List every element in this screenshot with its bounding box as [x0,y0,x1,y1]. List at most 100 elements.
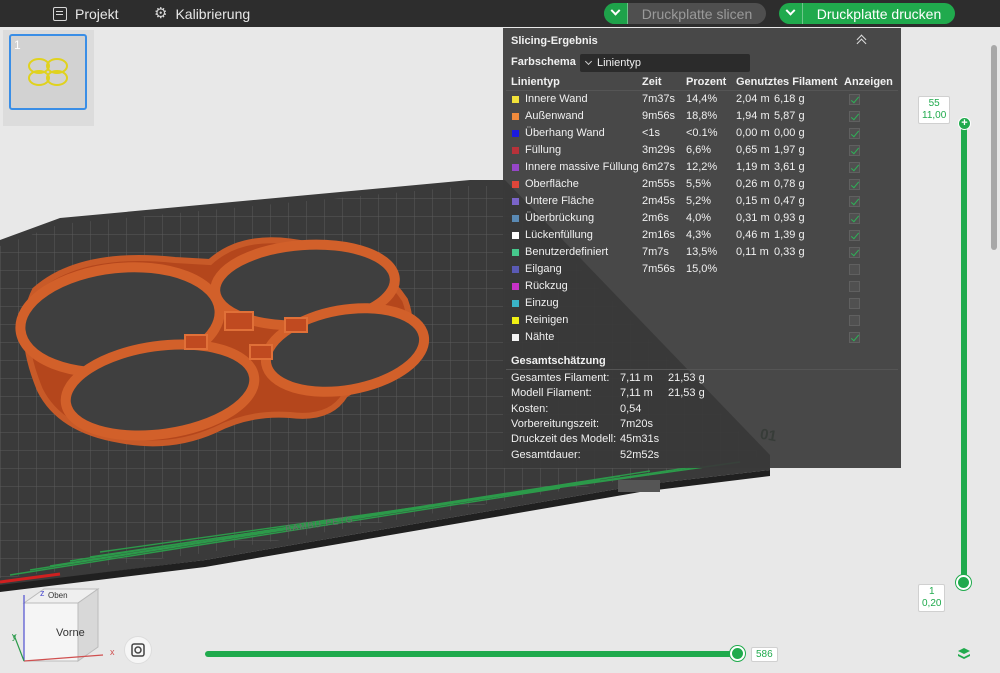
table-row: Füllung 3m29s 6,6% 0,65 m 1,97 g [503,142,901,159]
line-type-percent: 6,6% [686,144,712,156]
move-slider-track[interactable] [205,651,741,657]
line-type-length: 0,11 m [736,246,769,258]
show-checkbox[interactable] [849,128,860,139]
line-type-weight: 0,93 g [774,212,805,224]
layer-top-label: 55 11,00 [918,96,951,124]
show-checkbox[interactable] [849,315,860,326]
color-swatch [512,130,519,137]
show-checkbox[interactable] [849,196,860,207]
summary-row: Modell Filament: 7,11 m 21,53 g [503,387,901,402]
tab-project[interactable]: Projekt [53,0,119,27]
line-type-time: 6m27s [642,161,676,173]
table-row: Einzug [503,295,901,312]
slicing-result-panel: Slicing-Ergebnis Farbschema Linientyp Li… [503,28,901,468]
show-checkbox[interactable] [849,94,860,105]
table-row: Oberfläche 2m55s 5,5% 0,26 m 0,78 g [503,176,901,193]
line-type-length: 1,94 m [736,110,770,122]
summary-key: Gesamtdauer: [511,448,581,461]
plate-thumbnail[interactable]: 1 [9,34,87,110]
slice-plate-button[interactable]: Druckplatte slicen [604,3,766,24]
line-type-time: 9m56s [642,110,676,122]
line-type-weight: 0,33 g [774,246,805,258]
line-type-percent: 4,0% [686,212,712,224]
show-checkbox[interactable] [849,145,860,156]
color-scheme-value: Linientyp [597,57,642,69]
table-row: Nähte [503,329,901,346]
layer-slider-bottom-handle[interactable] [956,575,971,590]
show-checkbox[interactable] [849,230,860,241]
line-type-name: Nähte [525,331,555,343]
cube-front-face[interactable]: Vorne [56,627,85,639]
print-dropdown-chevron-icon[interactable] [779,3,803,24]
show-checkbox[interactable] [849,179,860,190]
table-row: Untere Fläche 2m45s 5,2% 0,15 m 0,47 g [503,193,901,210]
summary-value-1: 7,11 m [620,387,653,400]
layers-icon[interactable] [957,647,971,661]
show-checkbox[interactable] [849,247,860,258]
line-type-length: 1,19 m [736,161,770,173]
color-swatch [512,249,519,256]
line-type-time: 2m16s [642,229,676,241]
layer-top-height: 11,00 [922,110,947,121]
summary-row: Gesamtes Filament: 7,11 m 21,53 g [503,372,901,387]
header-time: Zeit [642,76,662,88]
axis-z-label: z [40,588,45,598]
summary-row: Vorbereitungszeit: 7m20s [503,418,901,433]
line-type-name: Oberfläche [525,178,579,190]
line-type-percent: 14,4% [686,93,718,105]
summary-key: Modell Filament: [511,387,592,400]
header-show: Anzeigen [844,76,893,88]
color-swatch [512,266,519,273]
show-checkbox[interactable] [849,264,860,275]
panel-title: Slicing-Ergebnis [511,35,598,47]
summary-value-1: 7,11 m [620,372,653,384]
color-swatch [512,181,519,188]
show-checkbox[interactable] [849,298,860,309]
chevron-down-icon [584,57,593,66]
summary-value-1: 0,54 [620,402,642,415]
print-plate-label: Druckplatte drucken [816,5,942,22]
move-slider-handle[interactable] [730,646,745,661]
collapse-chevron-icon[interactable] [855,34,869,46]
layer-slider-track[interactable] [961,123,967,583]
line-type-name: Außenwand [525,110,584,122]
show-checkbox[interactable] [849,111,860,122]
show-checkbox[interactable] [849,162,860,173]
summary-key: Druckzeit des Modell: [511,433,617,446]
tab-calibration-label: Kalibrierung [175,5,251,22]
line-type-name: Innere massive Füllung [525,161,639,173]
color-swatch [512,232,519,239]
summary-row: Druckzeit des Modell: 45m31s [503,433,901,448]
line-type-name: Einzug [525,297,559,309]
color-swatch [512,283,519,290]
viewport-scrollbar[interactable] [991,45,997,250]
recenter-view-button[interactable] [124,636,152,664]
tab-calibration[interactable]: ⚙ Kalibrierung [154,0,250,27]
line-type-length: 0,46 m [736,229,770,241]
line-type-name: Untere Fläche [525,195,595,207]
slice-dropdown-chevron-icon[interactable] [604,3,628,24]
slice-plate-label: Druckplatte slicen [641,5,753,22]
line-type-weight: 0,47 g [774,195,805,207]
project-icon [53,6,67,21]
summary-divider [506,369,898,370]
view-cube[interactable]: Oben Vorne z y x [8,585,123,670]
table-row: Überbrückung 2m6s 4,0% 0,31 m 0,93 g [503,210,901,227]
color-scheme-select[interactable]: Linientyp [580,54,750,72]
cube-top-face[interactable]: Oben [48,591,68,600]
show-checkbox[interactable] [849,332,860,343]
summary-value-1: 7m20s [620,417,654,430]
header-filament: Genutztes Filament [736,76,838,88]
line-type-percent: 18,8% [686,110,718,122]
line-type-weight: 6,18 g [774,93,805,105]
line-type-time: 7m7s [642,246,669,258]
line-type-name: Überbrückung [525,212,595,224]
layer-bottom-height: 0,20 [922,598,942,609]
line-type-percent: 15,0% [686,263,718,275]
summary-key: Vorbereitungszeit: [511,417,600,430]
add-layer-plus-icon[interactable]: + [958,117,971,130]
show-checkbox[interactable] [849,213,860,224]
show-checkbox[interactable] [849,281,860,292]
print-plate-button[interactable]: Druckplatte drucken [779,3,955,24]
line-type-weight: 1,39 g [774,229,805,241]
